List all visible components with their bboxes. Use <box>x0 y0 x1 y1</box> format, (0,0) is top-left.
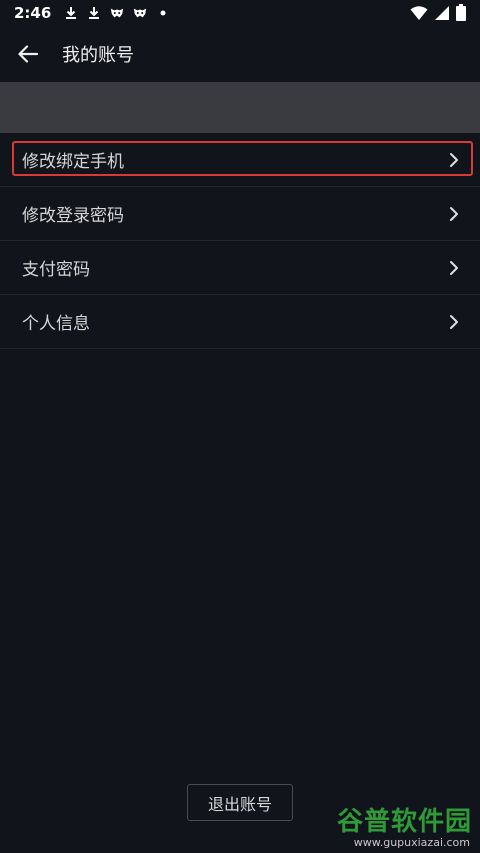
app-bar: 我的账号 <box>0 26 480 82</box>
status-right <box>410 4 466 21</box>
menu-item-payment-password[interactable]: 支付密码 <box>0 241 480 295</box>
battery-icon <box>456 4 466 21</box>
download-icon <box>89 7 100 19</box>
wifi-icon <box>410 5 428 20</box>
back-button[interactable] <box>0 26 56 82</box>
watermark: 谷普软件园 www.gupuxiazai.com <box>322 801 472 849</box>
chevron-right-icon <box>450 152 458 167</box>
dot-icon <box>160 10 166 16</box>
account-menu: 修改绑定手机 修改登录密码 支付密码 个人信息 <box>0 133 480 349</box>
menu-item-label: 个人信息 <box>22 314 90 334</box>
menu-item-label: 支付密码 <box>22 260 90 280</box>
watermark-url: www.gupuxiazai.com <box>353 836 470 849</box>
watermark-title: 谷普软件园 <box>336 807 472 837</box>
chevron-right-icon <box>450 206 458 221</box>
download-icon <box>66 7 77 19</box>
menu-item-label: 修改绑定手机 <box>22 152 124 172</box>
signal-icon <box>435 5 449 20</box>
chevron-right-icon <box>450 314 458 329</box>
status-bar: 2:46 <box>0 0 480 26</box>
menu-item-label: 修改登录密码 <box>22 206 124 226</box>
chevron-right-icon <box>450 260 458 275</box>
account-banner <box>0 82 480 133</box>
menu-item-change-phone[interactable]: 修改绑定手机 <box>0 133 480 187</box>
arrow-left-icon <box>18 45 38 63</box>
status-left: 2:46 <box>14 4 170 22</box>
status-time: 2:46 <box>14 4 52 22</box>
menu-item-change-login-password[interactable]: 修改登录密码 <box>0 187 480 241</box>
game-controller-icon <box>111 8 124 18</box>
logout-button[interactable]: 退出账号 <box>187 784 293 821</box>
menu-item-personal-info[interactable]: 个人信息 <box>0 295 480 349</box>
game-controller-icon <box>134 8 147 18</box>
page-title: 我的账号 <box>62 45 134 66</box>
